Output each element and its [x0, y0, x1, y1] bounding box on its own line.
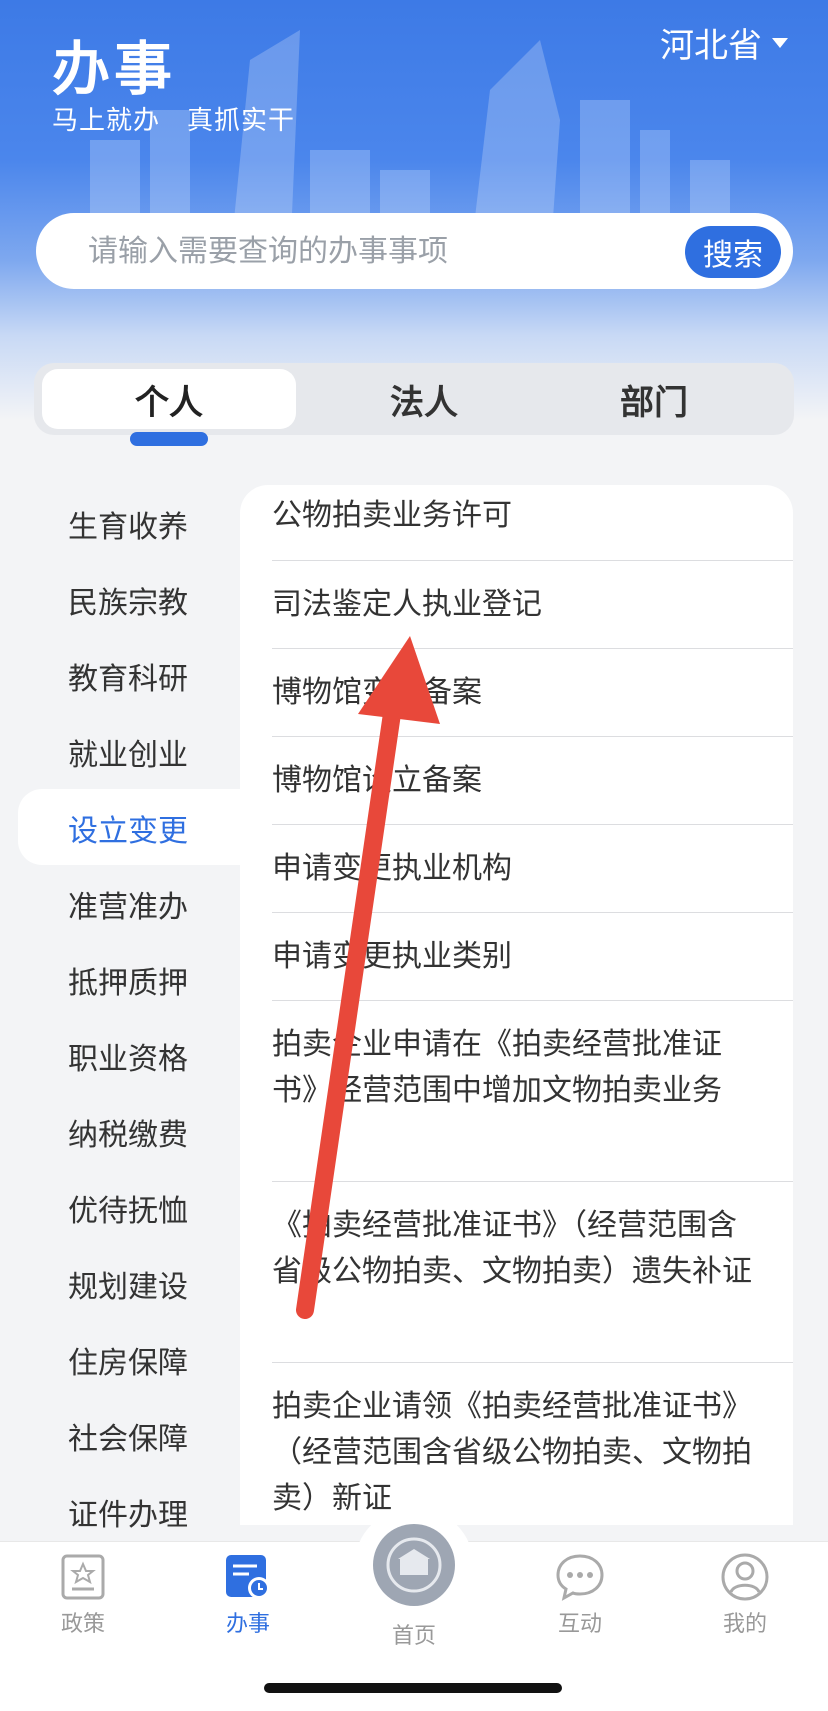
header-banner: 办事 马上就办 真抓实干 河北省 — [0, 0, 828, 420]
tab-home-label: 首页 — [391, 1624, 436, 1649]
search-button[interactable]: 搜索 — [685, 226, 781, 278]
sidebar-item-birth-adoption[interactable]: 生育收养 — [68, 502, 188, 546]
region-selector[interactable]: 河北省 — [660, 18, 788, 67]
list-item[interactable]: 司法鉴定人执业登记 — [272, 582, 762, 628]
tab-personal[interactable]: 个人 — [42, 369, 296, 429]
user-icon — [721, 1553, 769, 1601]
service-list: 公物拍卖业务许可 司法鉴定人执业登记 博物馆变更备案 博物馆设立备案 申请变更执… — [240, 485, 793, 1525]
tab-policy-label: 政策 — [60, 1612, 105, 1637]
sidebar-item-tax-payment[interactable]: 纳税缴费 — [68, 1110, 188, 1154]
list-item[interactable]: 博物馆变更备案 — [272, 670, 762, 716]
divider — [272, 1181, 793, 1182]
caret-down-icon — [772, 37, 788, 48]
search-bar: 搜索 — [36, 213, 793, 289]
list-item[interactable]: 拍卖企业申请在《拍卖经营批准证书》经营范围中增加文物拍卖业务 — [272, 1022, 762, 1114]
sidebar-item-certificate[interactable]: 证件办理 — [68, 1490, 188, 1534]
tab-affairs[interactable]: 办事 — [198, 1552, 298, 1638]
sidebar-item-operation-permit[interactable]: 准营准办 — [68, 882, 188, 926]
sidebar-item-housing-security[interactable]: 住房保障 — [68, 1338, 188, 1382]
list-item[interactable]: 公物拍卖业务许可 — [272, 493, 762, 539]
tab-legal-entity[interactable]: 法人 — [324, 369, 524, 429]
divider — [272, 648, 793, 649]
emblem-icon[interactable] — [373, 1524, 455, 1606]
sidebar-item-ethnic-religion[interactable]: 民族宗教 — [68, 578, 188, 622]
policy-icon — [61, 1554, 105, 1600]
divider — [272, 1362, 793, 1363]
list-item[interactable]: 博物馆设立备案 — [272, 758, 762, 804]
tab-mine[interactable]: 我的 — [695, 1552, 795, 1638]
tab-department[interactable]: 部门 — [554, 369, 754, 429]
divider — [272, 560, 793, 561]
search-input[interactable] — [88, 213, 648, 289]
list-item[interactable]: 拍卖企业请领《拍卖经营批准证书》（经营范围含省级公物拍卖、文物拍卖）新证 — [272, 1384, 762, 1522]
affairs-icon — [226, 1555, 270, 1599]
sidebar-item-mortgage-pledge[interactable]: 抵押质押 — [68, 958, 188, 1002]
divider — [272, 824, 793, 825]
divider — [272, 1000, 793, 1001]
divider — [272, 736, 793, 737]
tab-home[interactable]: 首页 — [364, 1614, 464, 1650]
chat-icon — [556, 1554, 604, 1601]
tab-policy[interactable]: 政策 — [33, 1552, 133, 1638]
tab-affairs-label: 办事 — [225, 1612, 270, 1637]
page-slogan: 马上就办 真抓实干 — [52, 106, 296, 136]
sidebar-item-preferential-pension[interactable]: 优待抚恤 — [68, 1186, 188, 1230]
region-label: 河北省 — [660, 26, 762, 66]
sidebar-item-planning-construction[interactable]: 规划建设 — [68, 1262, 188, 1306]
category-tabs: 个人 法人 部门 — [34, 363, 794, 435]
sidebar-item-education-research[interactable]: 教育科研 — [68, 654, 188, 698]
active-tab-indicator — [130, 432, 208, 446]
list-item[interactable]: 申请变更执业类别 — [272, 934, 762, 980]
list-item[interactable]: 申请变更执业机构 — [272, 846, 762, 892]
sidebar-item-employment[interactable]: 就业创业 — [68, 730, 188, 774]
tab-interaction[interactable]: 互动 — [530, 1552, 630, 1638]
divider — [272, 912, 793, 913]
list-item[interactable]: 《拍卖经营批准证书》（经营范围含省级公物拍卖、文物拍卖）遗失补证 — [272, 1203, 762, 1295]
tab-interaction-label: 互动 — [557, 1612, 602, 1637]
sidebar-item-establishment-change[interactable]: 设立变更 — [68, 806, 188, 850]
tab-mine-label: 我的 — [722, 1612, 767, 1637]
page-title: 办事 — [52, 35, 177, 103]
home-indicator — [264, 1683, 562, 1693]
sidebar-item-professional-qualification[interactable]: 职业资格 — [68, 1034, 188, 1078]
sidebar-item-social-security[interactable]: 社会保障 — [68, 1414, 188, 1458]
